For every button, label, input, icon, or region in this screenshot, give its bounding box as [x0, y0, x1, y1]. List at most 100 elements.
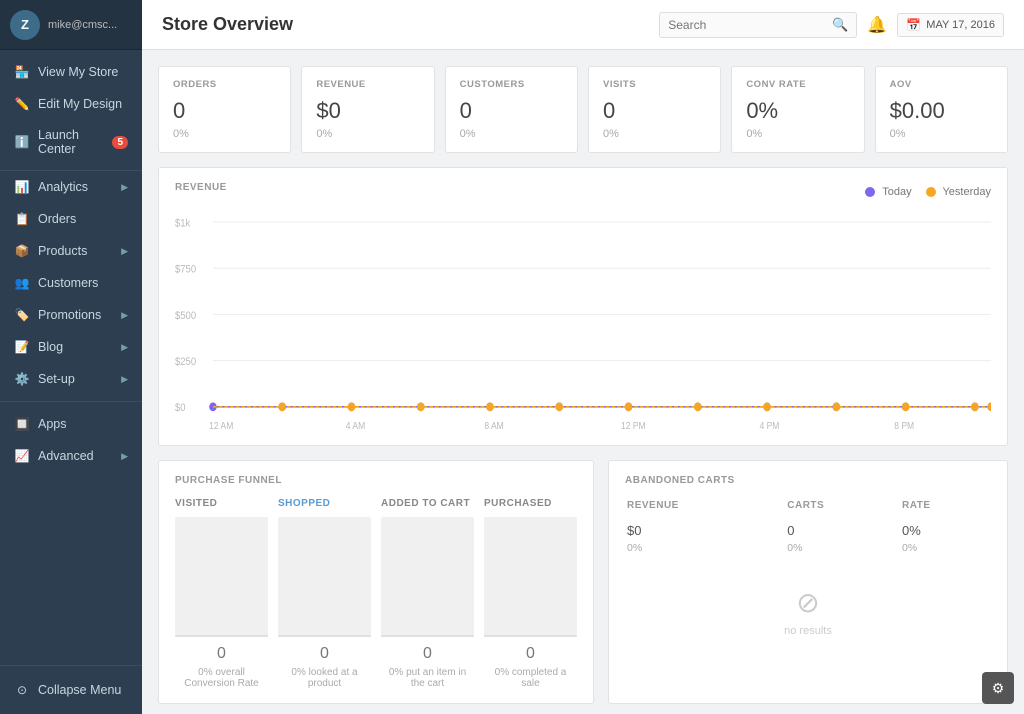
search-box[interactable]: 🔍 [659, 12, 857, 38]
abandoned-carts-title: ABANDONED CARTS [625, 475, 991, 486]
no-results-text: no results [784, 625, 832, 637]
no-results: ⊘ no results [625, 556, 991, 647]
svg-text:8 AM: 8 AM [484, 420, 503, 431]
page-title: Store Overview [162, 14, 659, 35]
no-results-icon: ⊘ [796, 586, 819, 619]
launch-center-badge: 5 [112, 136, 128, 149]
date-picker[interactable]: 📅 MAY 17, 2016 [897, 13, 1004, 37]
sidebar-item-orders[interactable]: 📋 Orders [0, 203, 142, 235]
avatar: Z [10, 10, 40, 40]
stat-card-orders: ORDERS 0 0% [158, 66, 291, 153]
svg-text:8 PM: 8 PM [894, 420, 914, 431]
content-area: ORDERS 0 0% REVENUE $0 0% CUSTOMERS 0 0%… [142, 50, 1024, 714]
table-row: $0 0 0% [627, 521, 989, 538]
chevron-right-icon: ▶ [121, 310, 128, 321]
sidebar-item-promotions[interactable]: 🏷️ Promotions ▶ [0, 299, 142, 331]
revenue-chart-title: REVENUE [175, 182, 865, 193]
funnel-bar-container [278, 517, 371, 637]
collapse-menu-button[interactable]: ⊙ Collapse Menu [0, 674, 142, 706]
svg-text:$0: $0 [175, 403, 186, 415]
funnel-col-shopped: SHOPPED 0 0% looked at aproduct [278, 498, 371, 689]
purchase-funnel-card: PURCHASE FUNNEL VISITED 0 0% overallConv… [158, 460, 594, 704]
store-icon: 🏪 [14, 64, 30, 80]
sidebar-item-setup[interactable]: ⚙️ Set-up ▶ [0, 363, 142, 395]
stat-change: 0% [460, 128, 563, 140]
customers-icon: 👥 [14, 275, 30, 291]
stat-change: 0% [746, 128, 849, 140]
sidebar-item-apps[interactable]: 🔲 Apps [0, 408, 142, 440]
funnel-bar-container [484, 517, 577, 637]
stat-label: VISITS [603, 79, 706, 90]
funnel-col-label: VISITED [175, 498, 268, 509]
funnel-bar [381, 635, 474, 637]
chevron-right-icon: ▶ [121, 451, 128, 462]
funnel-col-label: ADDED TO CART [381, 498, 474, 509]
info-icon: ℹ️ [14, 134, 30, 150]
funnel-col-label: PURCHASED [484, 498, 577, 509]
stat-change: 0% [173, 128, 276, 140]
stat-value: 0 [173, 98, 276, 124]
svg-text:$1k: $1k [175, 218, 191, 230]
funnel-count: 0 [381, 645, 474, 663]
sidebar-item-products[interactable]: 📦 Products ▶ [0, 235, 142, 267]
search-icon[interactable]: 🔍 [832, 17, 848, 33]
stat-card-conv-rate: CONV RATE 0% 0% [731, 66, 864, 153]
chevron-right-icon: ▶ [121, 246, 128, 257]
sidebar-item-label: Promotions [38, 308, 121, 322]
funnel-bar-container [175, 517, 268, 637]
funnel-desc: 0% completed asale [484, 667, 577, 689]
yesterday-dot [926, 187, 936, 197]
svg-text:12 AM: 12 AM [209, 420, 233, 431]
promotions-icon: 🏷️ [14, 307, 30, 323]
products-icon: 📦 [14, 243, 30, 259]
edit-icon: ✏️ [14, 96, 30, 112]
funnel-desc: 0% overallConversion Rate [175, 667, 268, 689]
funnel-col-label: SHOPPED [278, 498, 371, 509]
stat-change: 0% [316, 128, 419, 140]
notification-bell-icon[interactable]: 🔔 [867, 15, 887, 35]
sidebar-item-analytics[interactable]: 📊 Analytics ▶ [0, 171, 142, 203]
sidebar-item-edit-my-design[interactable]: ✏️ Edit My Design [0, 88, 142, 120]
funnel-desc: 0% put an item inthe cart [381, 667, 474, 689]
abandoned-rate-value: 0% [902, 521, 989, 538]
sidebar-footer: ⊙ Collapse Menu [0, 665, 142, 714]
sidebar-item-view-my-store[interactable]: 🏪 View My Store [0, 56, 142, 88]
funnel-count: 0 [175, 645, 268, 663]
stat-value: 0 [603, 98, 706, 124]
sidebar-item-label: Edit My Design [38, 97, 128, 111]
purchase-funnel-title: PURCHASE FUNNEL [175, 475, 577, 486]
sidebar-nav-main: 📊 Analytics ▶ 📋 Orders 📦 Products ▶ 👥 Cu… [0, 171, 142, 665]
sidebar: Z mike@cmsc... 🏪 View My Store ✏️ Edit M… [0, 0, 142, 714]
sidebar-item-advanced[interactable]: 📈 Advanced ▶ [0, 440, 142, 472]
col-header-carts: CARTS [787, 500, 900, 519]
chevron-right-icon: ▶ [121, 342, 128, 353]
apps-icon: 🔲 [14, 416, 30, 432]
abandoned-carts-table: REVENUE CARTS RATE $0 0 0% 0% [625, 498, 991, 556]
abandoned-carts-card: ABANDONED CARTS REVENUE CARTS RATE $0 0 [608, 460, 1008, 704]
svg-text:4 PM: 4 PM [759, 420, 779, 431]
sidebar-item-blog[interactable]: 📝 Blog ▶ [0, 331, 142, 363]
funnel-bar [484, 635, 577, 637]
funnel-desc: 0% looked at aproduct [278, 667, 371, 689]
funnel-col-visited: VISITED 0 0% overallConversion Rate [175, 498, 268, 689]
collapse-icon: ⊙ [14, 682, 30, 698]
sidebar-item-label: View My Store [38, 65, 128, 79]
settings-fab-button[interactable]: ⚙ [982, 672, 1014, 704]
sidebar-username: mike@cmsc... [48, 19, 117, 31]
funnel-bar [278, 635, 371, 637]
stats-row: ORDERS 0 0% REVENUE $0 0% CUSTOMERS 0 0%… [158, 66, 1008, 153]
stat-label: REVENUE [316, 79, 419, 90]
funnel-count: 0 [278, 645, 371, 663]
stat-value: $0.00 [890, 98, 993, 124]
abandoned-rate-change: 0% [902, 540, 989, 554]
table-row-sub: 0% 0% 0% [627, 540, 989, 554]
abandoned-carts-change: 0% [787, 540, 900, 554]
sidebar-item-customers[interactable]: 👥 Customers [0, 267, 142, 299]
sidebar-item-label: Apps [38, 417, 128, 431]
sidebar-item-launch-center[interactable]: ℹ️ Launch Center 5 [0, 120, 142, 164]
search-input[interactable] [668, 18, 828, 32]
stat-card-customers: CUSTOMERS 0 0% [445, 66, 578, 153]
chart-legend: Today Yesterday [865, 186, 991, 198]
stat-card-aov: AOV $0.00 0% [875, 66, 1008, 153]
sidebar-item-label: Launch Center [38, 128, 112, 156]
